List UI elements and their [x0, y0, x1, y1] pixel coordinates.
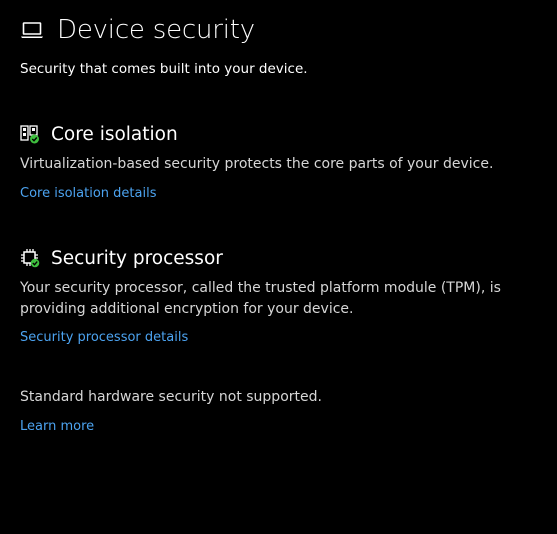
page-title: Device security: [57, 15, 255, 45]
core-isolation-details-link[interactable]: Core isolation details: [20, 186, 156, 201]
security-processor-description: Your security processor, called the trus…: [20, 280, 501, 317]
page-subtitle: Security that comes built into your devi…: [20, 61, 308, 77]
core-isolation-header: Core isolation: [20, 122, 178, 146]
hardware-security-status: Standard hardware security not supported…: [20, 389, 322, 405]
device-security-page: Device security Security that comes buil…: [0, 0, 557, 534]
security-processor-header: Security processor: [20, 246, 223, 270]
laptop-icon: [20, 18, 44, 42]
core-isolation-icon: [20, 124, 40, 144]
security-processor-details-link[interactable]: Security processor details: [20, 330, 188, 345]
page-header: Device security: [20, 12, 255, 48]
core-isolation-description: Virtualization-based security protects t…: [20, 156, 494, 172]
learn-more-link[interactable]: Learn more: [20, 419, 94, 434]
core-isolation-title: Core isolation: [51, 123, 178, 145]
chip-icon: [20, 248, 40, 268]
security-processor-title: Security processor: [51, 247, 223, 269]
